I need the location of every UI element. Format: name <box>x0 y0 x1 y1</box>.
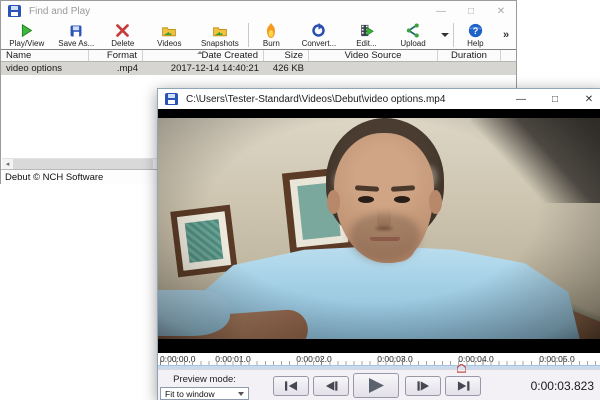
column-header-duration[interactable]: Duration <box>438 50 501 61</box>
cell-source <box>309 62 438 75</box>
table-row[interactable]: video options .mp4 2017-12-14 14:40:21 4… <box>1 62 516 75</box>
find-window-title: Find and Play <box>29 6 90 17</box>
delete-button[interactable]: Delete <box>100 21 146 49</box>
column-header-source[interactable]: Video Source <box>309 50 438 61</box>
film-edit-icon <box>358 23 374 38</box>
chevron-down-icon <box>238 392 244 396</box>
step-back-button[interactable] <box>313 376 349 396</box>
debut-app-icon <box>165 93 178 105</box>
playback-controls-bar: Preview mode: Fit to window 0:00:03.823 <box>158 369 600 400</box>
table-header-row: Name Format Date Created Size Video Sour… <box>1 49 516 62</box>
cell-name: video options <box>1 62 89 75</box>
playhead-marker[interactable] <box>457 360 466 369</box>
folder-icon <box>161 23 177 38</box>
scrollbar-thumb[interactable] <box>13 159 153 169</box>
cell-format: .mp4 <box>89 62 143 75</box>
share-icon <box>405 23 421 38</box>
skip-to-end-button[interactable] <box>445 376 481 396</box>
help-button[interactable]: ? Help <box>455 21 497 49</box>
toolbar-overflow-button[interactable]: » <box>496 21 516 49</box>
column-header-date[interactable]: Date Created <box>143 50 264 61</box>
scroll-left-arrow-icon[interactable]: ◂ <box>2 159 13 169</box>
video-man-head <box>158 118 600 339</box>
play-button[interactable] <box>353 373 399 398</box>
screenshot-root: Find and Play — □ ✕ Play/View Save As... <box>0 0 600 400</box>
timeline[interactable]: 0:00:00,0 0:00:01.0 0:00:02.0 0:00:03.0 … <box>158 353 600 369</box>
flame-icon <box>265 23 277 38</box>
step-forward-icon <box>417 381 430 391</box>
current-time-display: 0:00:03.823 <box>531 370 594 400</box>
sort-ascending-icon <box>197 51 203 54</box>
videos-button[interactable]: Videos <box>146 21 194 49</box>
svg-text:?: ? <box>473 26 479 36</box>
cell-size: 426 KB <box>264 62 309 75</box>
preview-window-title: C:\Users\Tester-Standard\Videos\Debut\vi… <box>186 94 445 105</box>
step-back-icon <box>325 381 338 391</box>
skip-to-end-icon <box>457 381 470 391</box>
close-button[interactable]: ✕ <box>572 90 600 108</box>
play-icon <box>19 23 34 38</box>
step-forward-button[interactable] <box>405 376 441 396</box>
debut-app-icon <box>8 5 21 17</box>
cell-duration <box>438 62 501 75</box>
video-preview-window: C:\Users\Tester-Standard\Videos\Debut\vi… <box>157 88 600 400</box>
video-display-area[interactable] <box>158 109 600 353</box>
timeline-major-ticks <box>160 358 600 365</box>
skip-to-start-button[interactable] <box>273 376 309 396</box>
maximize-button[interactable]: □ <box>456 2 486 20</box>
minimize-button[interactable]: — <box>504 90 538 108</box>
toolbar-separator <box>453 23 454 47</box>
skip-to-start-icon <box>285 381 298 391</box>
video-frame-webcam-man <box>158 118 600 339</box>
help-globe-icon: ? <box>468 23 483 38</box>
cell-date: 2017-12-14 14:40:21 <box>143 62 264 75</box>
preview-mode-select[interactable]: Fit to window <box>160 387 249 400</box>
close-button[interactable]: ✕ <box>486 2 516 20</box>
column-header-name[interactable]: Name <box>1 50 89 61</box>
preview-titlebar[interactable]: C:\Users\Tester-Standard\Videos\Debut\vi… <box>158 89 600 109</box>
column-header-size[interactable]: Size <box>264 50 309 61</box>
upload-dropdown-caret[interactable] <box>438 21 452 49</box>
play-icon <box>367 378 385 393</box>
delete-x-icon <box>115 23 130 38</box>
find-toolbar: Play/View Save As... Delete Videos <box>1 21 516 49</box>
maximize-button[interactable]: □ <box>538 90 572 108</box>
edit-button[interactable]: Edit... <box>345 21 389 49</box>
floppy-icon <box>69 23 83 38</box>
convert-circle-icon <box>311 23 326 38</box>
toolbar-separator <box>248 23 249 47</box>
convert-button[interactable]: Convert... <box>293 21 345 49</box>
burn-button[interactable]: Burn <box>250 21 294 49</box>
preview-mode-label: Preview mode: <box>160 374 249 385</box>
column-header-format[interactable]: Format <box>89 50 143 61</box>
minimize-button[interactable]: — <box>426 2 456 20</box>
save-as-button[interactable]: Save As... <box>53 21 101 49</box>
find-window-controls: — □ ✕ <box>426 2 516 20</box>
folder-icon <box>212 23 228 38</box>
recordings-table: Name Format Date Created Size Video Sour… <box>1 49 516 75</box>
find-window-titlebar[interactable]: Find and Play — □ ✕ <box>1 1 516 21</box>
chevron-down-icon <box>441 33 449 37</box>
snapshots-button[interactable]: Snapshots <box>193 21 246 49</box>
play-view-button[interactable]: Play/View <box>1 21 53 49</box>
upload-button[interactable]: Upload <box>388 21 438 49</box>
preview-window-controls: — □ ✕ <box>504 90 600 108</box>
preview-mode-value: Fit to window <box>165 389 215 399</box>
